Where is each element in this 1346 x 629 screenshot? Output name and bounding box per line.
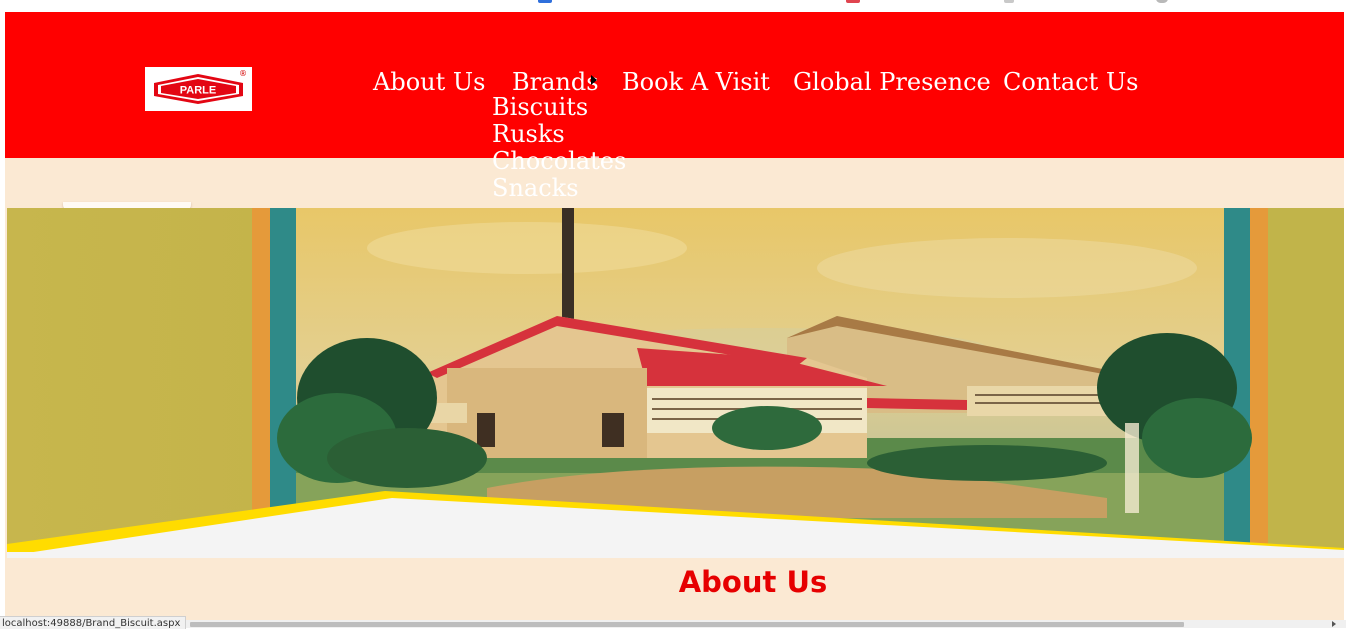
nav-global-presence[interactable]: Global Presence xyxy=(793,66,991,98)
parle-logo[interactable]: PARLE ® xyxy=(145,67,252,111)
nav-contact-us[interactable]: Contact Us xyxy=(1003,66,1138,98)
toolbar-icon xyxy=(538,0,552,3)
logo-text: PARLE xyxy=(180,85,216,97)
hero-banner-image xyxy=(7,208,1344,558)
nav-about-us[interactable]: About Us xyxy=(373,66,485,98)
submenu-item-chocolates[interactable]: Chocolates xyxy=(492,148,626,175)
horizontal-scrollbar[interactable] xyxy=(0,620,1346,628)
page: PARLE ® About Us Brands Book A Visit Glo… xyxy=(5,12,1344,628)
submenu-item-biscuits[interactable]: Biscuits xyxy=(492,94,622,121)
submenu-item-rusks[interactable]: Rusks xyxy=(492,121,622,148)
nav-book-a-visit[interactable]: Book A Visit xyxy=(622,66,770,98)
submenu-item-snacks[interactable]: Snacks xyxy=(492,175,622,202)
scroll-right-icon[interactable] xyxy=(1332,621,1336,627)
toolbar-icon xyxy=(846,0,860,3)
site-header: PARLE ® About Us Brands Book A Visit Glo… xyxy=(5,12,1344,158)
status-link-preview: localhost:49888/Brand_Biscuit.aspx xyxy=(0,616,187,629)
section-title: About Us xyxy=(678,565,828,599)
toolbar-icon xyxy=(1004,0,1014,3)
caret-right-icon xyxy=(591,75,597,85)
toolbar-icon xyxy=(1156,0,1168,3)
scrollbar-thumb[interactable] xyxy=(190,622,1184,627)
registered-mark: ® xyxy=(239,69,247,78)
brands-submenu: Biscuits Rusks Chocolates Snacks xyxy=(492,94,626,202)
parle-logo-icon: PARLE xyxy=(154,74,243,104)
browser-toolbar-remnant xyxy=(0,0,1346,12)
